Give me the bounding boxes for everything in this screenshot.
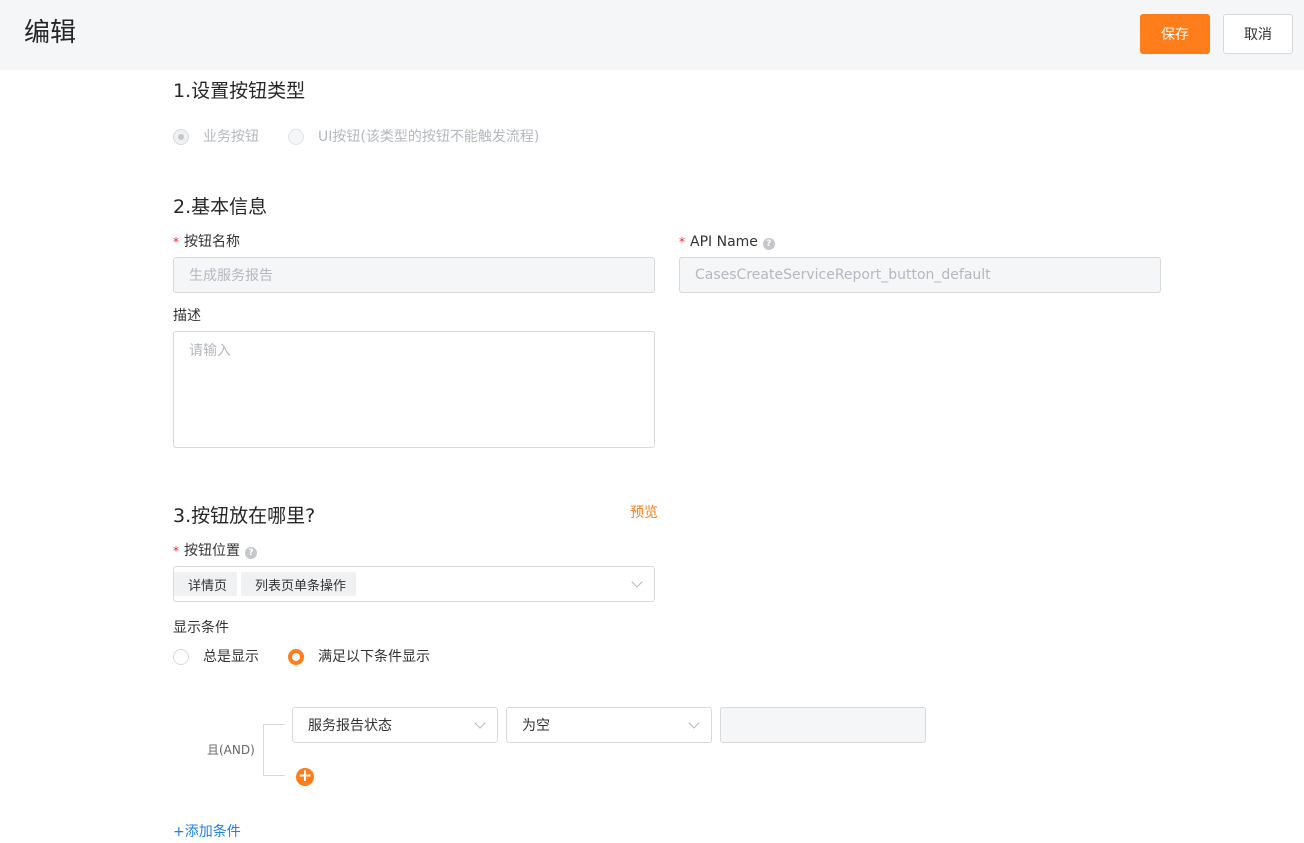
position-tag: 详情页 bbox=[174, 572, 238, 596]
radio-circle bbox=[288, 649, 304, 665]
api-name-label: * API Name? bbox=[679, 232, 775, 252]
logic-operator-label: 且(AND) bbox=[207, 743, 255, 757]
required-mark: * bbox=[173, 235, 179, 249]
condition-field-value: 服务报告状态 bbox=[308, 718, 392, 734]
condition-bracket bbox=[263, 724, 285, 776]
button-position-label-text: 按钮位置 bbox=[184, 543, 240, 559]
radio-label: UI按钮(该类型的按钮不能触发流程) bbox=[318, 129, 540, 145]
radio-label: 满足以下条件显示 bbox=[318, 649, 430, 665]
api-name-label-text: API Name bbox=[690, 234, 758, 250]
radio-always-show[interactable]: 总是显示 bbox=[173, 647, 259, 667]
chevron-down-icon bbox=[474, 717, 486, 729]
button-name-label-text: 按钮名称 bbox=[184, 234, 240, 250]
question-circle-icon[interactable]: ? bbox=[245, 547, 257, 559]
save-button[interactable]: 保存 bbox=[1140, 14, 1210, 54]
radio-conditional-show[interactable]: 满足以下条件显示 bbox=[288, 647, 430, 667]
condition-value-input[interactable] bbox=[720, 707, 926, 743]
chevron-down-icon bbox=[631, 576, 643, 588]
radio-label: 业务按钮 bbox=[203, 129, 259, 145]
radio-business-button[interactable]: 业务按钮 bbox=[173, 127, 259, 147]
api-name-input[interactable]: CasesCreateServiceReport_button_default bbox=[679, 257, 1161, 293]
chevron-down-icon bbox=[688, 717, 700, 729]
radio-label: 总是显示 bbox=[203, 649, 259, 665]
add-condition-link[interactable]: +添加条件 bbox=[173, 821, 241, 841]
radio-circle bbox=[173, 129, 189, 145]
condition-operator-select[interactable]: 为空 bbox=[506, 707, 712, 743]
question-circle-icon[interactable]: ? bbox=[762, 238, 775, 250]
radio-circle bbox=[288, 129, 304, 145]
required-mark: * bbox=[679, 235, 685, 249]
section-title-button-placement: 3.按钮放在哪里? bbox=[173, 505, 316, 527]
radio-circle bbox=[173, 649, 189, 665]
description-textarea[interactable]: 请输入 bbox=[173, 331, 655, 448]
button-position-label: * 按钮位置? bbox=[173, 541, 257, 561]
position-tag: 列表页单条操作 bbox=[241, 572, 357, 596]
condition-operator-value: 为空 bbox=[522, 718, 550, 734]
preview-link[interactable]: 预览 bbox=[630, 502, 658, 522]
condition-field-select[interactable]: 服务报告状态 bbox=[292, 707, 498, 743]
description-label: 描述 bbox=[173, 308, 201, 324]
button-name-input[interactable]: 生成服务报告 bbox=[173, 257, 655, 293]
required-mark: * bbox=[173, 544, 179, 558]
cancel-button[interactable]: 取消 bbox=[1223, 14, 1293, 54]
display-condition-label: 显示条件 bbox=[173, 620, 229, 636]
plus-circle-icon[interactable]: + bbox=[296, 768, 314, 786]
section-title-button-type: 1.设置按钮类型 bbox=[173, 80, 306, 102]
section-title-basic-info: 2.基本信息 bbox=[173, 196, 268, 218]
page-header: 编辑 保存 取消 bbox=[0, 0, 1304, 70]
page-title: 编辑 bbox=[24, 18, 77, 48]
button-position-select[interactable]: 详情页 列表页单条操作 bbox=[173, 566, 655, 602]
button-name-label: * 按钮名称 bbox=[173, 232, 240, 252]
radio-ui-button[interactable]: UI按钮(该类型的按钮不能触发流程) bbox=[288, 127, 539, 147]
